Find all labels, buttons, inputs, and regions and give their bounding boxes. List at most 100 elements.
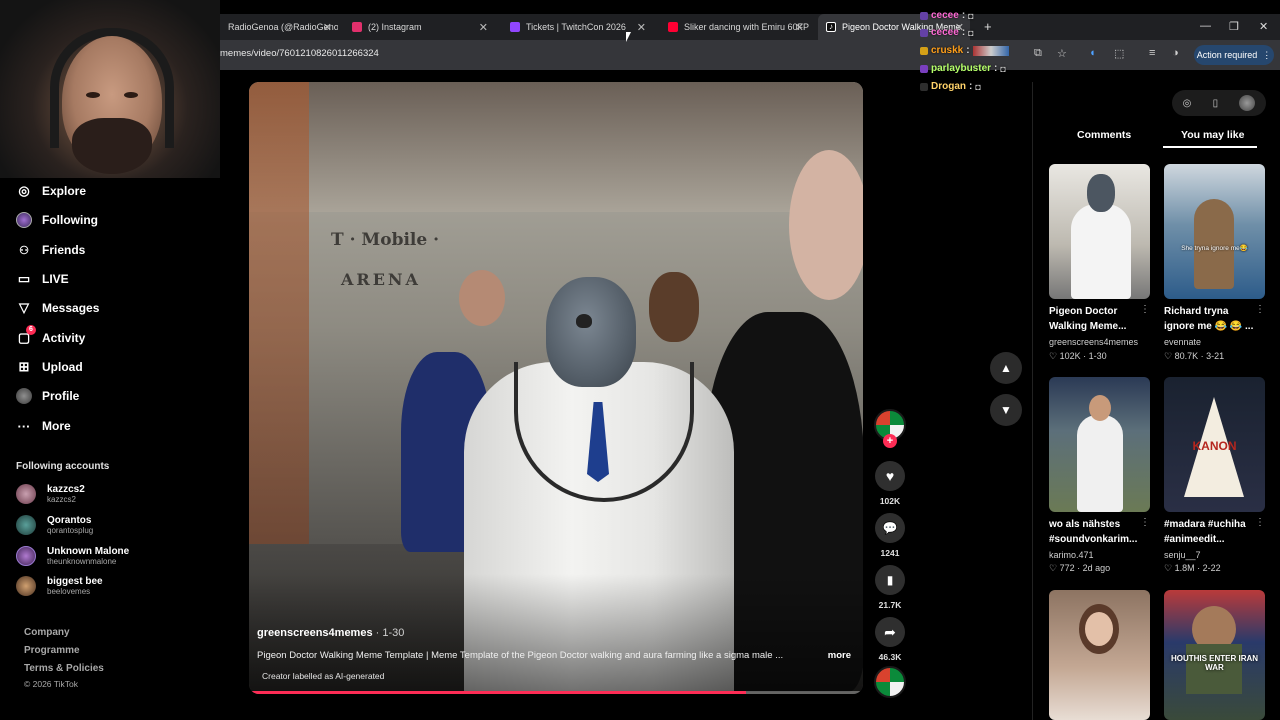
card-title[interactable]: Richard tryna ignore me 😂 😂 ... — [1164, 304, 1254, 334]
nav-upload[interactable]: ⊞ Upload — [16, 359, 83, 375]
nav-explore[interactable]: ◎ Explore — [16, 183, 86, 199]
card-title[interactable]: wo als nähstes #soundvonkarim... — [1049, 517, 1139, 547]
bookmark-star-icon[interactable]: ☆ — [1057, 47, 1067, 60]
beard — [72, 118, 152, 174]
bookmark-icon[interactable]: ▮ — [875, 565, 905, 595]
video-thumbnail[interactable]: KANON — [1164, 377, 1265, 512]
share-icon[interactable]: ➦ — [875, 617, 905, 647]
chat-emote-icon: ◘ — [975, 81, 981, 92]
extensions-icon[interactable]: ⬚ — [1114, 47, 1124, 60]
nav-label: Upload — [42, 360, 83, 374]
like-count: 102K — [879, 496, 901, 506]
following-account-item[interactable]: biggest bee beelovemes — [16, 576, 103, 596]
nav-label: Friends — [42, 243, 86, 257]
video-progress-bar[interactable] — [249, 691, 863, 694]
user-avatar[interactable] — [1239, 95, 1256, 111]
nav-more[interactable]: ··· More — [16, 418, 71, 434]
sound-disc-icon[interactable] — [874, 666, 906, 698]
url-text[interactable]: memes/video/7601210826011266324 — [220, 48, 379, 59]
tab-close-icon[interactable]: ✕ — [479, 21, 488, 34]
comment-icon[interactable]: 💬 — [875, 513, 905, 543]
footer-terms-link[interactable]: Terms & Policies — [24, 663, 104, 674]
chat-badge-icon — [920, 11, 928, 20]
follow-plus-icon[interactable]: + — [883, 434, 897, 448]
new-tab-button[interactable]: + — [984, 19, 992, 34]
maximize-icon[interactable]: ❐ — [1229, 20, 1239, 33]
video-thumbnail[interactable] — [1049, 164, 1150, 299]
browser-tab-bar: RadioGenoa (@RadioGenoa ✕ (2) Instagram … — [220, 14, 1280, 40]
install-icon[interactable]: ⧉ — [1034, 47, 1042, 60]
video-caption: Pigeon Doctor Walking Meme Template | Me… — [257, 650, 784, 661]
extension-audio-icon[interactable]: ◖ — [1089, 47, 1096, 59]
share-action[interactable]: ➦ 46.3K — [874, 617, 906, 662]
card-author[interactable]: evennate — [1164, 337, 1201, 347]
video-thumbnail[interactable]: She tryna ignore me😂 — [1164, 164, 1265, 299]
video-ceiling — [249, 82, 863, 212]
nav-activity[interactable]: ▢ 6 Activity — [16, 325, 85, 346]
video-thumbnail[interactable]: HOUTHIS ENTER IRAN WAR — [1164, 590, 1265, 720]
save-action[interactable]: ▮ 21.7K — [874, 565, 906, 610]
tab-comments[interactable]: Comments — [1077, 129, 1131, 141]
minimize-icon[interactable]: — — [1200, 20, 1211, 32]
video-creator[interactable]: greenscreens4memes · 1-30 — [257, 627, 404, 639]
next-video-button[interactable]: ▼ — [990, 394, 1022, 426]
following-account-item[interactable]: kazzcs2 kazzcs2 — [16, 484, 85, 504]
footer-programme-link[interactable]: Programme — [24, 645, 80, 656]
nav-following[interactable]: Following — [16, 212, 98, 228]
bg-person-head — [789, 150, 863, 300]
card-more-icon[interactable]: ⋮ — [1255, 517, 1265, 528]
nav-messages[interactable]: ▽ Messages — [16, 300, 99, 316]
nav-label: Messages — [42, 301, 100, 315]
footer-company-link[interactable]: Company — [24, 627, 70, 638]
profile-icon[interactable]: ◑ — [1172, 47, 1179, 59]
nav-live[interactable]: ▭ LIVE — [16, 271, 69, 287]
avatar — [16, 576, 36, 596]
card-author[interactable]: greenscreens4memes — [1049, 337, 1138, 347]
card-title[interactable]: Pigeon Doctor Walking Meme... — [1049, 304, 1139, 334]
tab-sliker[interactable]: Sliker dancing with Emiru 60FP ✕ — [660, 14, 810, 40]
chat-colon: : — [969, 81, 973, 92]
comment-count: 1241 — [880, 548, 900, 558]
nav-profile[interactable]: Profile — [16, 388, 79, 404]
thumb-overlay-text: HOUTHIS ENTER IRAN WAR — [1170, 654, 1259, 672]
activity-badge: 6 — [26, 325, 36, 335]
card-stats: ♡ 102K · 1-30 — [1049, 351, 1107, 361]
mouse-cursor-icon — [626, 32, 631, 42]
compass-icon[interactable]: ◎ — [1183, 98, 1192, 109]
thumb-pigeon-head — [1087, 174, 1115, 212]
card-more-icon[interactable]: ⋮ — [1140, 517, 1150, 528]
action-required-button[interactable]: Action required ⋮ — [1194, 45, 1274, 65]
comment-action[interactable]: 💬 1241 — [874, 513, 906, 558]
heart-icon[interactable]: ♥ — [875, 461, 905, 491]
tab-instagram[interactable]: (2) Instagram ✕ — [344, 14, 494, 40]
twitch-icon — [510, 22, 520, 32]
card-author[interactable]: karimo.471 — [1049, 550, 1094, 560]
previous-video-button[interactable]: ▲ — [990, 352, 1022, 384]
card-more-icon[interactable]: ⋮ — [1140, 304, 1150, 315]
card-stats: ♡ 1.8M · 2-22 — [1164, 563, 1221, 573]
card-author[interactable]: senju__7 — [1164, 550, 1201, 560]
tab-close-icon[interactable]: ✕ — [795, 21, 804, 34]
chat-message: parlaybuster: ◘ — [920, 63, 1006, 74]
caption-more-button[interactable]: more — [828, 650, 851, 661]
tab-title: Sliker dancing with Emiru 60FP — [684, 22, 810, 32]
following-account-item[interactable]: Qorantos qorantosplug — [16, 515, 93, 535]
close-window-icon[interactable]: ✕ — [1259, 20, 1268, 33]
video-thumbnail[interactable] — [1049, 590, 1150, 720]
card-stats: ♡ 772 · 2d ago — [1049, 563, 1111, 573]
like-action[interactable]: ♥ 102K — [874, 461, 906, 506]
activity-icon: ▢ 6 — [16, 325, 36, 346]
tab-you-may-like[interactable]: You may like — [1181, 129, 1244, 141]
card-title[interactable]: #madara #uchiha #animeedit... — [1164, 517, 1254, 547]
kebab-menu-icon: ⋮ — [1262, 49, 1272, 60]
card-more-icon[interactable]: ⋮ — [1255, 304, 1265, 315]
mobile-icon[interactable]: ▯ — [1213, 98, 1219, 109]
following-account-item[interactable]: Unknown Malone theunknownmalone — [16, 546, 129, 566]
tab-close-icon[interactable]: ✕ — [637, 21, 646, 34]
video-thumbnail[interactable] — [1049, 377, 1150, 512]
media-control-icon[interactable]: ≡ — [1149, 47, 1155, 59]
nav-friends[interactable]: ⚇ Friends — [16, 242, 85, 258]
video-player[interactable]: T · Mobile · ARENA greenscreens4memes · … — [249, 82, 863, 694]
tab-radiogenoa[interactable]: RadioGenoa (@RadioGenoa ✕ — [220, 14, 338, 40]
tab-close-icon[interactable]: ✕ — [323, 21, 332, 34]
